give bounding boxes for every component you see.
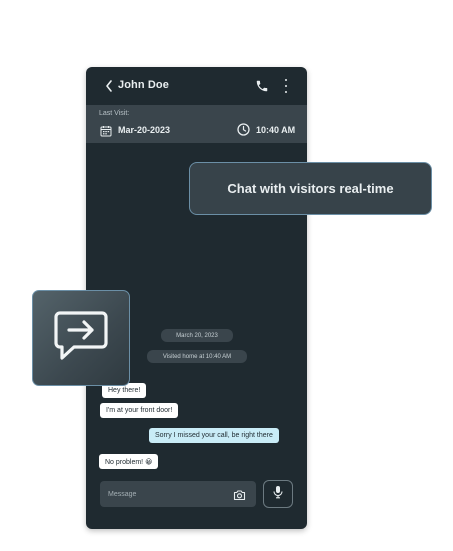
last-visit-label: Last Visit: <box>99 110 130 117</box>
contact-name: John Doe <box>118 79 169 91</box>
phone-icon[interactable] <box>255 79 269 93</box>
date-divider: March 20, 2023 <box>161 329 233 342</box>
chevron-left-icon[interactable] <box>102 78 116 94</box>
calendar-icon <box>100 124 112 137</box>
camera-icon[interactable] <box>233 488 246 501</box>
clock-icon <box>237 123 250 136</box>
last-visit-bar: Last Visit: Mar-20-2023 10:40 AM <box>86 105 307 143</box>
message-bubble-sent: Sorry I missed your call, be right there <box>149 428 279 443</box>
visit-time: 10:40 AM <box>256 125 296 135</box>
visit-date: Mar-20-2023 <box>118 125 171 135</box>
chat-header: John Doe <box>86 67 307 105</box>
message-composer <box>100 481 256 507</box>
message-bubble-received: No problem! 😀 <box>99 454 159 469</box>
feature-icon-tile <box>32 290 130 386</box>
message-input[interactable] <box>108 486 228 502</box>
feature-caption-card: Chat with visitors real-time <box>189 162 432 215</box>
message-bubble-received: I'm at your front door! <box>100 403 179 418</box>
microphone-icon <box>272 485 284 504</box>
visit-status-pill: Visited home at 10:40 AM <box>147 350 247 363</box>
feature-caption: Chat with visitors real-time <box>227 181 394 196</box>
message-forward-icon <box>52 309 110 368</box>
microphone-button[interactable] <box>263 480 293 508</box>
vertical-dots-icon[interactable] <box>282 79 290 93</box>
